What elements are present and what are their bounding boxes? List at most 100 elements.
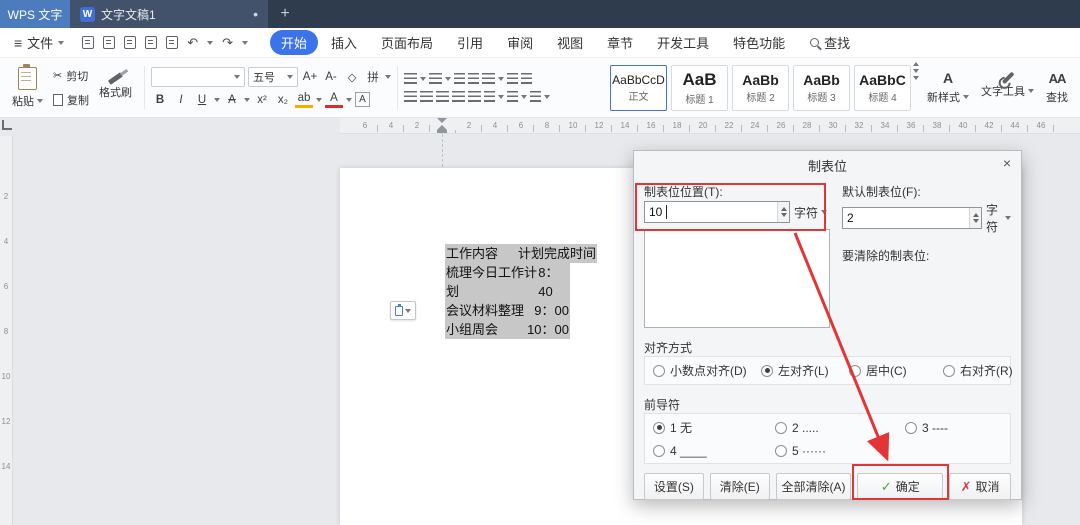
gallery-down-icon[interactable] <box>913 69 919 73</box>
align-center-icon[interactable] <box>420 91 433 102</box>
clear-all-button[interactable]: 全部清除(A) <box>775 473 852 500</box>
leader-radio-option[interactable]: 3 ---- <box>905 421 1002 435</box>
font-color-button[interactable]: A <box>325 92 343 108</box>
leader-radio-option[interactable]: 2 ..... <box>775 421 905 435</box>
align-justify-icon[interactable] <box>452 91 465 102</box>
tab-position-spinner[interactable] <box>777 202 789 222</box>
new-tab-button[interactable]: + <box>268 0 302 28</box>
cut-button[interactable]: ✂ 剪切 <box>49 67 93 85</box>
underline-dropdown-icon[interactable] <box>214 97 220 102</box>
style-item[interactable]: AaBb 标题 2 <box>732 64 789 111</box>
set-button[interactable]: 设置(S) <box>644 473 704 500</box>
spinner-up-icon[interactable] <box>972 213 979 217</box>
numbered-list-icon[interactable] <box>429 73 442 84</box>
tab-position-unit-dropdown[interactable]: 字符 <box>794 204 828 221</box>
ribbon-tab[interactable]: 开始 <box>270 30 319 55</box>
redo-dropdown-icon[interactable] <box>242 40 248 45</box>
style-item[interactable]: AaB 标题 1 <box>671 64 728 111</box>
paste-button[interactable]: 粘贴 <box>6 63 49 111</box>
default-tab-unit-dropdown[interactable]: 字符 <box>986 201 1011 235</box>
decrease-indent-icon[interactable] <box>454 73 465 84</box>
shading-dropdown-icon[interactable] <box>521 94 527 99</box>
tab-stops-listbox[interactable] <box>644 229 830 328</box>
show-marks-icon[interactable] <box>521 73 532 84</box>
undo-dropdown-icon[interactable] <box>207 40 214 45</box>
horizontal-ruler[interactable]: 6 4 2 2 4 6 8 10 12 14 16 18 20 22 24 26 28 30 32 34 36 38 40 4… <box>340 118 1080 134</box>
vertical-ruler[interactable]: 2 4 6 8 10 12 14 <box>0 136 13 525</box>
undo-icon[interactable]: ↶ <box>187 35 198 51</box>
ribbon-tab[interactable]: 特色功能 <box>722 30 796 55</box>
align-right-icon[interactable] <box>436 91 449 102</box>
clear-button[interactable]: 清除(E) <box>709 473 770 500</box>
leader-radio-option[interactable]: 4 ____ <box>653 444 775 458</box>
redo-icon[interactable]: ↷ <box>222 35 233 51</box>
font-size-combo[interactable]: 五号 <box>248 66 298 87</box>
spinner-down-icon[interactable] <box>972 219 979 223</box>
gallery-more-icon[interactable] <box>913 76 919 80</box>
numbered-list-dropdown-icon[interactable] <box>445 76 451 81</box>
print-icon[interactable] <box>124 36 137 49</box>
file-menu-button[interactable]: ≡ 文件 <box>8 31 70 55</box>
ribbon-tab[interactable]: 引用 <box>446 30 494 55</box>
style-item[interactable]: AaBb 标题 3 <box>793 64 850 111</box>
ribbon-tab[interactable]: 章节 <box>596 30 644 55</box>
font-name-combo[interactable] <box>151 66 245 87</box>
subscript-button[interactable]: x₂ <box>274 91 292 109</box>
text-tool-button[interactable]: 文字工具 <box>975 62 1040 113</box>
bullet-list-dropdown-icon[interactable] <box>420 76 426 81</box>
print-preview-icon[interactable] <box>145 36 158 49</box>
highlight-dropdown-icon[interactable] <box>316 97 322 102</box>
indent-marker[interactable] <box>437 118 447 133</box>
alignment-radio-option[interactable]: 居中(C) <box>849 362 943 379</box>
left-indent-marker[interactable] <box>437 130 447 133</box>
save-icon[interactable] <box>82 36 95 49</box>
leader-radio-option[interactable]: 1 无 <box>653 419 775 436</box>
paste-options-button[interactable] <box>390 301 416 320</box>
line-spacing-dropdown-icon[interactable] <box>498 94 504 99</box>
ribbon-tab[interactable]: 视图 <box>546 30 594 55</box>
format-painter-button[interactable]: 格式刷 <box>93 71 138 102</box>
find-replace-button[interactable]: AA 查找 <box>1040 62 1074 113</box>
dialog-close-button[interactable]: × <box>1003 156 1011 170</box>
copy-button[interactable]: 复制 <box>49 91 93 109</box>
character-border-button[interactable]: A <box>355 92 370 107</box>
font-color-dropdown-icon[interactable] <box>346 97 352 102</box>
strikethrough-dropdown-icon[interactable] <box>244 97 250 102</box>
tab-type-selector[interactable] <box>2 120 12 130</box>
ribbon-tab[interactable]: 开发工具 <box>646 30 720 55</box>
superscript-button[interactable]: x² <box>253 91 271 109</box>
sort-icon[interactable] <box>507 73 518 84</box>
style-item[interactable]: AaBbCcD 正文 <box>610 64 667 111</box>
dialog-titlebar[interactable]: 制表位 × <box>634 151 1021 179</box>
document-tab[interactable]: W 文字文稿1 • <box>70 0 268 28</box>
gallery-up-icon[interactable] <box>913 62 919 66</box>
default-tab-spinner[interactable] <box>969 208 981 228</box>
ribbon-tab[interactable]: 插入 <box>320 30 368 55</box>
app-home-tab[interactable]: WPS 文字 <box>0 0 70 28</box>
shrink-font-button[interactable]: A- <box>322 68 340 86</box>
borders-icon[interactable] <box>530 91 541 102</box>
spinner-down-icon[interactable] <box>780 213 787 217</box>
first-line-indent-marker[interactable] <box>437 118 447 123</box>
leader-radio-option[interactable]: 5 ······ <box>775 444 905 458</box>
pinyin-guide-button[interactable]: 拼 <box>364 68 382 86</box>
align-distribute-icon[interactable] <box>468 91 481 102</box>
line-spacing-icon[interactable] <box>484 91 495 102</box>
ok-button[interactable]: ✓ 确定 <box>857 473 944 500</box>
pinyin-dropdown-icon[interactable] <box>385 74 391 79</box>
shading-icon[interactable] <box>507 91 518 102</box>
export-icon[interactable] <box>103 36 116 49</box>
text-direction-icon[interactable] <box>482 73 495 84</box>
italic-button[interactable]: I <box>172 91 190 109</box>
strikethrough-button[interactable]: A <box>223 91 241 109</box>
borders-dropdown-icon[interactable] <box>544 94 550 99</box>
increase-indent-icon[interactable] <box>468 73 479 84</box>
spinner-up-icon[interactable] <box>780 207 787 211</box>
ribbon-tab[interactable]: 审阅 <box>496 30 544 55</box>
highlight-color-button[interactable]: ab <box>295 92 313 108</box>
alignment-radio-option[interactable]: 右对齐(R) <box>943 362 1013 379</box>
new-style-button[interactable]: A 新样式 <box>921 62 975 113</box>
alignment-radio-option[interactable]: 小数点对齐(D) <box>653 362 761 379</box>
style-item[interactable]: AaBbC 标题 4 <box>854 64 911 111</box>
alignment-radio-option[interactable]: 左对齐(L) <box>761 362 849 379</box>
